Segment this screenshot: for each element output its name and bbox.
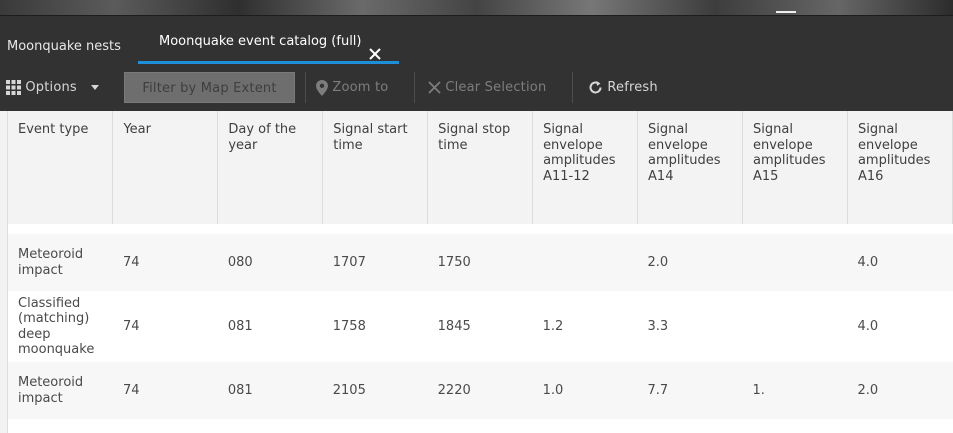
cell-a11-12 bbox=[532, 234, 638, 291]
column-header-event-type[interactable]: Event type bbox=[8, 111, 114, 224]
column-header-day-of-year[interactable]: Day of the year bbox=[217, 111, 324, 224]
refresh-icon bbox=[589, 81, 602, 94]
zoom-label: Zoom to bbox=[332, 80, 389, 95]
cell-day: 081 bbox=[217, 291, 323, 362]
grid-icon bbox=[6, 80, 21, 95]
active-tab-indicator bbox=[138, 61, 399, 64]
close-icon[interactable] bbox=[368, 33, 382, 60]
table-toolbar: Options Filter by Map Extent Zoom to Cle… bbox=[0, 66, 953, 111]
cell-day: 080 bbox=[217, 234, 323, 291]
row-selector-gutter[interactable] bbox=[0, 111, 8, 433]
refresh-label: Refresh bbox=[607, 80, 658, 95]
cell-a16: 4.0 bbox=[847, 291, 953, 362]
toolbar-divider bbox=[572, 72, 573, 103]
cell-start: 1758 bbox=[322, 291, 428, 362]
cell-year: 74 bbox=[112, 234, 218, 291]
cell-a11-12: 1.0 bbox=[532, 362, 638, 419]
table-row[interactable]: Meteoroid impact 74 080 1707 1750 2.0 4.… bbox=[8, 234, 953, 291]
refresh-button[interactable]: Refresh bbox=[588, 72, 658, 103]
toolbar-divider bbox=[414, 72, 415, 103]
column-header-amplitudes-a11-12[interactable]: Signal envelope amplitudes A11-12 bbox=[532, 111, 639, 224]
cell-event-type: Meteoroid impact bbox=[8, 362, 113, 419]
table-row[interactable]: Classified (matching) deep moonquake 74 … bbox=[8, 291, 953, 362]
cell-start: 2105 bbox=[322, 362, 428, 419]
filter-label: Filter by Map Extent bbox=[142, 81, 277, 96]
cell-year: 74 bbox=[112, 362, 218, 419]
options-button[interactable]: Options bbox=[6, 72, 103, 103]
cell-start: 1707 bbox=[322, 234, 428, 291]
cell-stop: 1845 bbox=[427, 291, 533, 362]
cell-a15 bbox=[742, 291, 848, 362]
filter-by-map-extent-button[interactable]: Filter by Map Extent bbox=[124, 72, 295, 103]
column-header-amplitudes-a16[interactable]: Signal envelope amplitudes A16 bbox=[847, 111, 953, 224]
cell-event-type: Meteoroid impact bbox=[8, 234, 113, 291]
clear-selection-button[interactable]: Clear Selection bbox=[428, 72, 546, 103]
tab-moonquake-event-catalog[interactable]: Moonquake event catalog (full) bbox=[138, 16, 399, 66]
cell-event-type: Classified (matching) deep moonquake bbox=[8, 291, 113, 362]
cell-a14: 3.3 bbox=[637, 291, 743, 362]
cell-stop: 2220 bbox=[427, 362, 533, 419]
clear-label: Clear Selection bbox=[445, 80, 547, 95]
cell-a16: 4.0 bbox=[847, 234, 953, 291]
column-header-year[interactable]: Year bbox=[112, 111, 219, 224]
column-header-amplitudes-a15[interactable]: Signal envelope amplitudes A15 bbox=[742, 111, 848, 224]
cell-a15: 1. bbox=[742, 362, 848, 419]
map-scale-mark bbox=[776, 11, 796, 13]
table-row-partial[interactable] bbox=[8, 419, 953, 433]
caret-down-icon bbox=[91, 84, 100, 90]
toolbar-divider bbox=[305, 72, 306, 103]
table-header-row: Event type Year Day of the year Signal s… bbox=[8, 111, 953, 224]
map-pin-icon bbox=[316, 79, 328, 96]
close-icon bbox=[428, 81, 441, 94]
cell-year: 74 bbox=[112, 291, 218, 362]
attribute-table-tabbar: Moonquake nests Moonquake event catalog … bbox=[0, 16, 953, 66]
table-row[interactable]: Meteoroid impact 74 081 2105 2220 1.0 7.… bbox=[8, 362, 953, 419]
tab-label: Moonquake event catalog (full) bbox=[159, 34, 362, 49]
tab-label: Moonquake nests bbox=[7, 39, 121, 54]
attribute-table-grid: Event type Year Day of the year Signal s… bbox=[0, 111, 953, 433]
map-view-strip[interactable] bbox=[0, 0, 953, 16]
zoom-to-button[interactable]: Zoom to bbox=[316, 72, 388, 103]
cell-a14: 7.7 bbox=[637, 362, 743, 419]
column-header-signal-start-time[interactable]: Signal start time bbox=[322, 111, 429, 224]
cell-stop: 1750 bbox=[427, 234, 533, 291]
table-spacer bbox=[8, 224, 953, 234]
event-catalog-table: Event type Year Day of the year Signal s… bbox=[8, 111, 953, 433]
cell-a11-12: 1.2 bbox=[532, 291, 638, 362]
cell-day: 081 bbox=[217, 362, 323, 419]
cell-a15 bbox=[742, 234, 848, 291]
cell-a16: 2.0 bbox=[847, 362, 953, 419]
tab-moonquake-nests[interactable]: Moonquake nests bbox=[7, 22, 121, 72]
cell-a14: 2.0 bbox=[637, 234, 743, 291]
column-header-signal-stop-time[interactable]: Signal stop time bbox=[427, 111, 534, 224]
options-label: Options bbox=[25, 80, 77, 95]
column-header-amplitudes-a14[interactable]: Signal envelope amplitudes A14 bbox=[637, 111, 743, 224]
